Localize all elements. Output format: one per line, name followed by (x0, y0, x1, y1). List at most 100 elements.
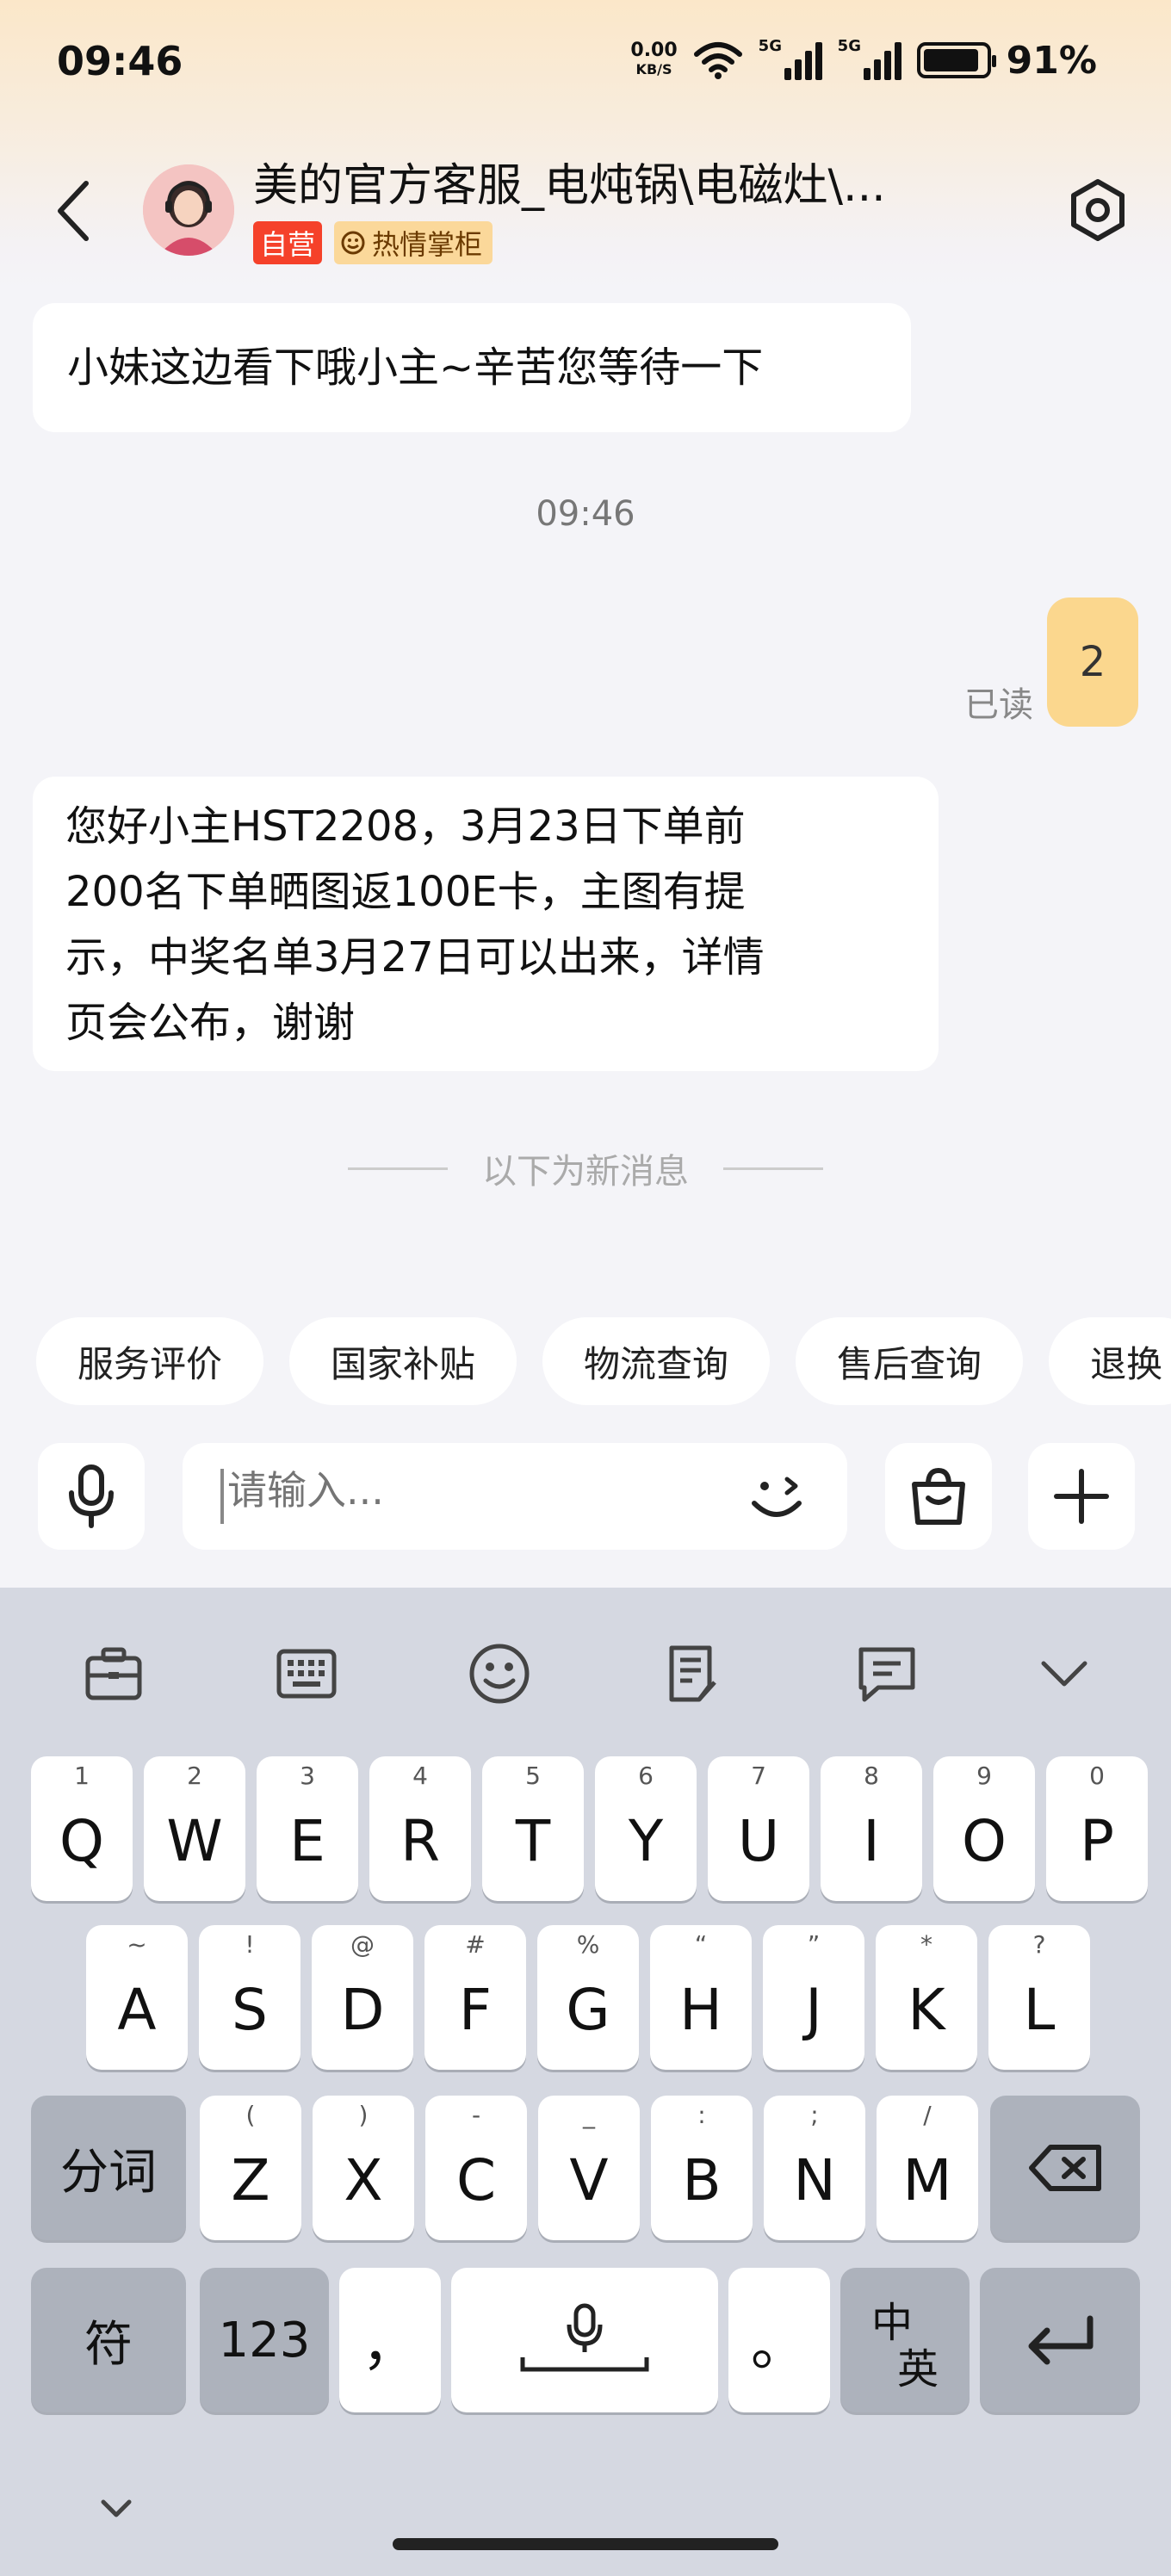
key-letter: R (400, 1807, 440, 1874)
message-input[interactable] (183, 1443, 847, 1550)
incoming-message[interactable]: 您好小主HST2208，3月23日下单前 200名下单晒图返100E卡，主图有提… (33, 777, 939, 1071)
product-bag-button[interactable] (885, 1443, 992, 1550)
note-icon[interactable] (660, 1639, 728, 1708)
key-s[interactable]: ! S (199, 1925, 300, 2070)
chat-header: 美的官方客服_电炖锅\电磁灶\... 自营 热情掌柜 (0, 142, 1171, 271)
microphone-icon (69, 1464, 114, 1528)
message-line: 示，中奖名单3月27日可以出来，详情 (65, 933, 765, 981)
chevron-down-icon[interactable] (1030, 1639, 1099, 1708)
key-c[interactable]: -C (425, 2096, 527, 2240)
key-e[interactable]: 3E (257, 1756, 358, 1901)
period-key-label: 。 (751, 2312, 808, 2378)
shopping-bag-icon (912, 1467, 965, 1525)
clipboard-icon[interactable] (79, 1639, 148, 1708)
home-indicator (393, 2538, 778, 2550)
numbers-key[interactable]: 123 (200, 2268, 329, 2412)
text-caret (220, 1469, 224, 1524)
key-f[interactable]: # F (424, 1925, 526, 2070)
divider-line (723, 1167, 823, 1170)
voice-input-button[interactable] (38, 1443, 145, 1550)
key-j[interactable]: ” J (763, 1925, 864, 2070)
key-g[interactable]: % G (537, 1925, 639, 2070)
wifi-icon (693, 42, 742, 79)
key-q[interactable]: 1Q (31, 1756, 133, 1901)
key-hint: : (697, 2101, 706, 2129)
key-l[interactable]: ? L (988, 1925, 1090, 2070)
quick-reply-chip[interactable]: 国家补贴 (289, 1317, 517, 1405)
key-d[interactable]: @ D (312, 1925, 413, 2070)
key-b[interactable]: :B (651, 2096, 753, 2240)
key-letter: T (515, 1807, 551, 1874)
key-letter: M (902, 2146, 952, 2214)
key-letter: Z (231, 2146, 270, 2214)
more-actions-button[interactable] (1028, 1443, 1135, 1550)
quick-reply-chip[interactable]: 服务评价 (36, 1317, 264, 1405)
emoji-icon[interactable] (465, 1639, 534, 1708)
key-hint: 6 (638, 1762, 654, 1790)
keyboard-collapse-icon[interactable] (95, 2486, 138, 2530)
keyboard-icon[interactable] (272, 1639, 341, 1708)
key-h[interactable]: “H (650, 1925, 752, 2070)
key-a[interactable]: ~ A (86, 1925, 188, 2070)
outgoing-message[interactable]: 2 (1047, 598, 1138, 727)
battery-fill (923, 49, 979, 71)
key-v[interactable]: _ V (538, 2096, 640, 2240)
key-hint: 2 (187, 1762, 202, 1790)
signal-5g-icon: 5G (759, 37, 822, 80)
key-p[interactable]: 0P (1046, 1756, 1148, 1901)
key-y[interactable]: 6Y (595, 1756, 697, 1901)
key-hint: ; (810, 2101, 819, 2129)
key-k[interactable]: * K (876, 1925, 977, 2070)
key-letter: G (566, 1976, 610, 2043)
incoming-message[interactable]: 小妹这边看下哦小主~辛苦您等待一下 (33, 303, 911, 432)
key-u[interactable]: 7U (708, 1756, 809, 1901)
segment-key[interactable]: 分词 (31, 2096, 186, 2240)
settings-icon[interactable] (1064, 176, 1131, 244)
key-r[interactable]: 4R (369, 1756, 471, 1901)
comma-key[interactable]: ， (339, 2268, 441, 2412)
space-key[interactable] (451, 2268, 718, 2412)
quick-reply-chip[interactable]: 物流查询 (542, 1317, 771, 1405)
key-m[interactable]: / M (877, 2096, 978, 2240)
key-letter: A (117, 1976, 157, 2043)
key-hint: % (576, 1930, 600, 1959)
divider-line (348, 1167, 448, 1170)
signal-5g-label-2: 5G (837, 37, 861, 55)
language-switch-key[interactable]: 中 英 (840, 2268, 970, 2412)
key-hint: ~ (127, 1930, 147, 1959)
enter-key[interactable] (980, 2268, 1140, 2412)
backspace-key[interactable] (990, 2096, 1140, 2240)
key-letter: E (289, 1807, 325, 1874)
key-letter: Y (628, 1807, 664, 1874)
symbol-key-label: 符 (84, 2316, 133, 2373)
key-hint: 8 (864, 1762, 879, 1790)
key-hint: 7 (751, 1762, 766, 1790)
key-hint: ) (358, 2101, 369, 2129)
quick-reply-chip[interactable]: 售后查询 (796, 1317, 1024, 1405)
key-z[interactable]: (Z (200, 2096, 301, 2240)
key-w[interactable]: 2W (144, 1756, 245, 1901)
key-hint: / (923, 2101, 932, 2129)
key-t[interactable]: 5T (482, 1756, 584, 1901)
period-key[interactable]: 。 (728, 2268, 830, 2412)
language-en-label: 英 (897, 2345, 939, 2393)
message-input-field[interactable] (227, 1467, 709, 1514)
key-i[interactable]: 8I (821, 1756, 922, 1901)
status-icons: 0.00 KB/S 5G 5G 91% (630, 34, 1097, 86)
key-hint: 4 (412, 1762, 428, 1790)
quick-reply-chip[interactable]: 退换 (1049, 1317, 1171, 1405)
symbol-key[interactable]: 符 (31, 2268, 186, 2412)
message-icon[interactable] (852, 1639, 921, 1708)
key-hint: * (920, 1930, 932, 1959)
key-x[interactable]: ) X (313, 2096, 414, 2240)
avatar[interactable] (143, 164, 234, 256)
key-hint: - (471, 2101, 481, 2129)
key-letter: K (908, 1976, 945, 2043)
key-o[interactable]: 9O (933, 1756, 1035, 1901)
key-n[interactable]: ; N (764, 2096, 865, 2240)
input-row (0, 1443, 1171, 1550)
wink-emoji-icon[interactable] (740, 1460, 813, 1533)
key-letter: P (1080, 1807, 1114, 1874)
back-arrow-icon[interactable] (48, 176, 100, 245)
key-hint: 1 (74, 1762, 90, 1790)
